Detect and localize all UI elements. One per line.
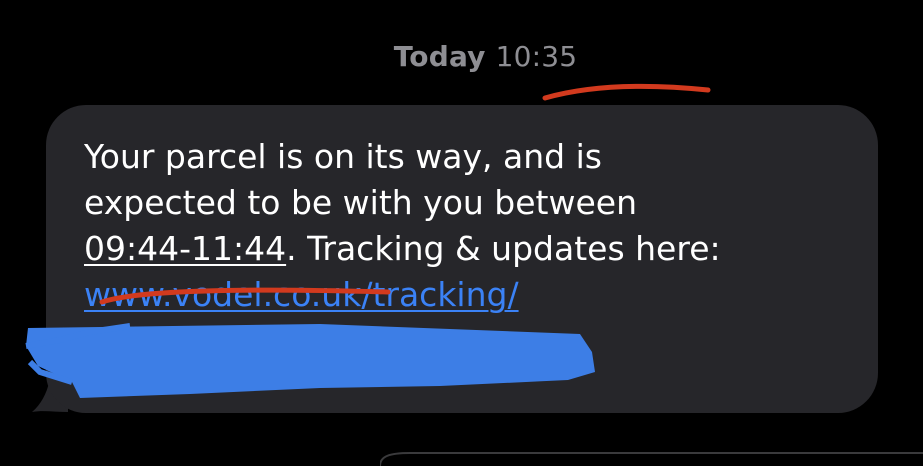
message-line-3: . Tracking & updates here:: [286, 229, 721, 268]
redaction-scribble: [25, 323, 595, 398]
time-window-red-annotation: [99, 287, 391, 305]
timestamp-time: 10:35: [495, 40, 578, 73]
message-timestamp: Today 10:35: [0, 40, 923, 73]
delivery-time-window[interactable]: 09:44-11:44: [84, 229, 286, 268]
messages-screen: Today 10:35 Your parcel is on its way, a…: [0, 0, 923, 466]
timestamp-red-annotation: [542, 83, 711, 101]
message-line-2: expected to be with you between: [84, 183, 638, 222]
message-line-1: Your parcel is on its way, and is: [84, 137, 602, 176]
timestamp-day: Today: [393, 40, 486, 73]
next-message-bubble-edge: [380, 452, 923, 466]
